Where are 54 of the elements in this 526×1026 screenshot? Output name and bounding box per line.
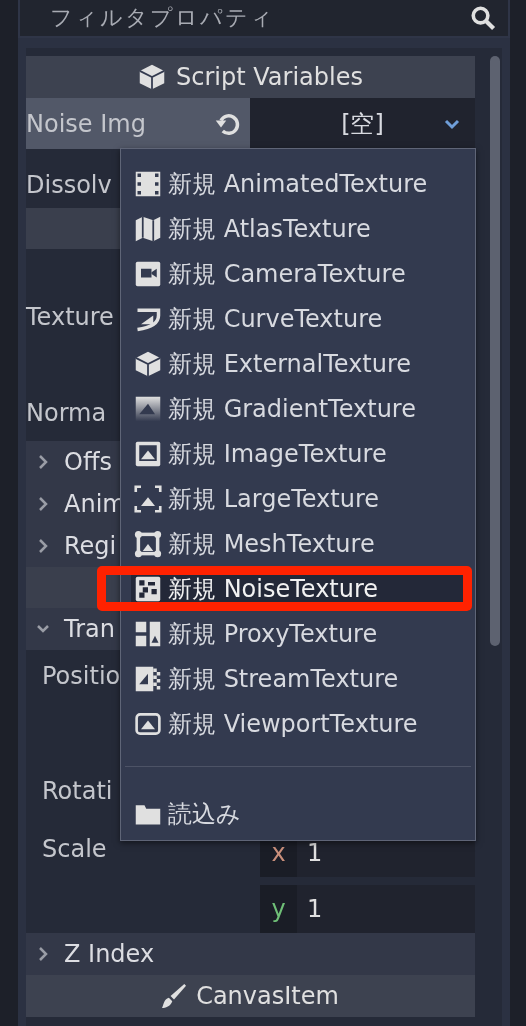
- noise-icon: [134, 574, 162, 603]
- menu-item[interactable]: 新規 MeshTexture: [131, 521, 469, 566]
- search-icon[interactable]: [470, 5, 496, 31]
- number-field[interactable]: y 1: [260, 885, 475, 933]
- property-label: Positio: [41, 661, 121, 690]
- search-field[interactable]: フィルタプロパティ: [18, 0, 510, 38]
- resource-picker[interactable]: [空]: [250, 98, 475, 149]
- mesh-icon: [134, 529, 162, 558]
- film-icon: [134, 169, 162, 198]
- menu-item[interactable]: 新規 AtlasTexture: [131, 206, 469, 251]
- chevron-right-icon[interactable]: [36, 946, 50, 962]
- group-header[interactable]: Z Index: [26, 933, 475, 975]
- axis-label: y: [260, 885, 297, 933]
- property-label: Rotati: [41, 776, 113, 805]
- image-icon: [134, 439, 162, 468]
- section-header[interactable]: CanvasItem: [26, 975, 475, 1017]
- image-icon: [134, 394, 162, 423]
- menu-item[interactable]: 新規 CurveTexture: [131, 296, 469, 341]
- menu-item[interactable]: 新規 ViewportTexture: [131, 701, 469, 746]
- map-icon: [134, 214, 162, 243]
- menu-item[interactable]: 新規 ProxyTexture: [131, 611, 469, 656]
- search-placeholder: フィルタプロパティ: [50, 4, 275, 32]
- field-value: 1: [306, 839, 323, 867]
- group-title: Z Index: [64, 940, 155, 968]
- menu-item[interactable]: 新規 ExternalTexture: [131, 341, 469, 386]
- section-title: CanvasItem: [196, 982, 339, 1010]
- chevron-right-icon[interactable]: [36, 454, 50, 470]
- menu-item[interactable]: 新規 StreamTexture: [131, 656, 469, 701]
- group-title: Offs: [64, 448, 112, 476]
- stream-icon: [134, 664, 162, 693]
- group-title: Regi: [64, 532, 117, 560]
- section-title: Script Variables: [176, 63, 363, 91]
- cube-icon: [138, 63, 167, 91]
- proxy-icon: [134, 619, 162, 648]
- brush-icon: [162, 984, 187, 1008]
- scrollbar[interactable]: [490, 56, 500, 646]
- menu-item[interactable]: 新規 ImageTexture: [131, 431, 469, 476]
- camera-icon: [134, 259, 162, 288]
- property-label: Dissolv: [26, 169, 112, 199]
- group-title: Tran: [64, 615, 115, 643]
- section-header[interactable]: Script Variables: [26, 56, 475, 98]
- menu-item[interactable]: 新規 CameraTexture: [131, 251, 469, 296]
- property-label: Scale: [41, 834, 107, 863]
- property-label: Norma: [26, 399, 107, 427]
- chevron-right-icon[interactable]: [36, 496, 50, 512]
- chevron-right-icon[interactable]: [36, 538, 50, 554]
- property-label: Noise Img: [26, 109, 146, 138]
- image-icon: [134, 484, 162, 513]
- menu-item[interactable]: 新規 AnimatedTexture: [131, 161, 469, 206]
- property-label: Texture: [26, 303, 114, 331]
- field-value: 1: [306, 895, 323, 923]
- menu-item[interactable]: 新規 LargeTexture: [131, 476, 469, 521]
- menu-item[interactable]: 新規 GradientTexture: [131, 386, 469, 431]
- cube-icon: [134, 349, 162, 378]
